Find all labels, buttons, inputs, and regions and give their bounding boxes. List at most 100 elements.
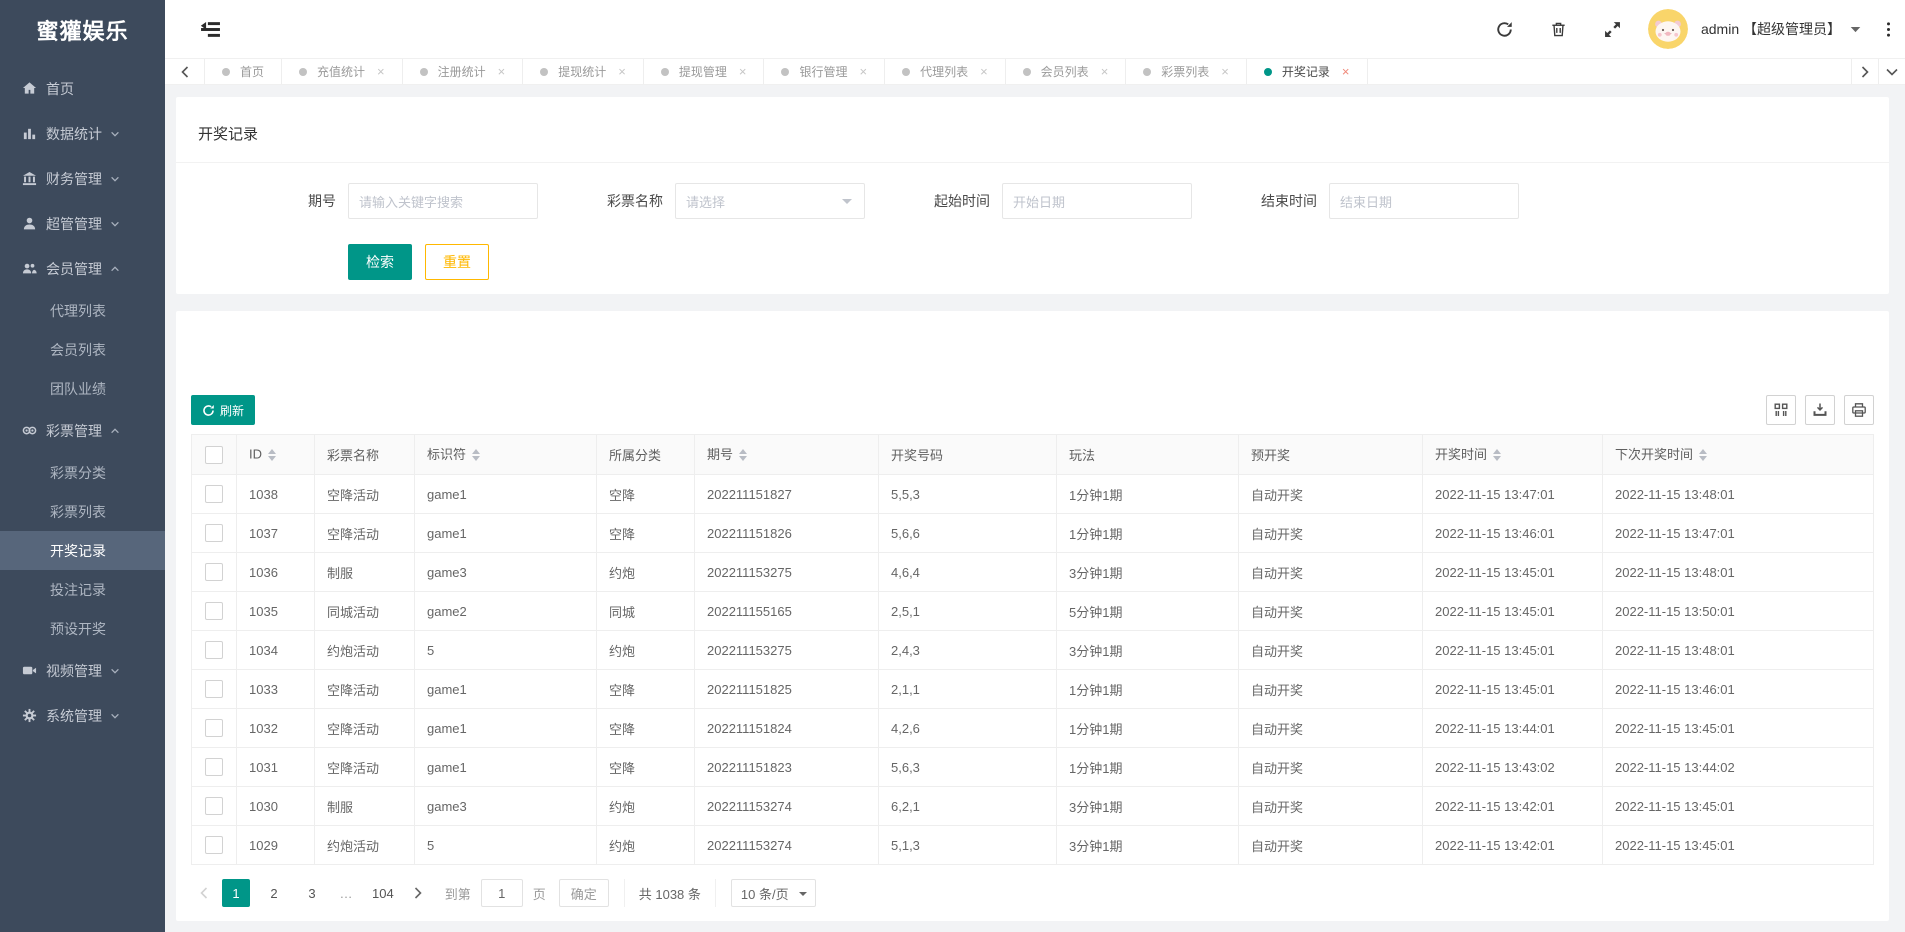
cell: 3分钟1期 <box>1057 631 1239 670</box>
sort-icon[interactable] <box>268 445 276 465</box>
tab-dot-icon <box>420 68 428 76</box>
row-checkbox[interactable] <box>205 485 223 503</box>
tab-close-icon[interactable]: × <box>618 64 626 79</box>
sort-icon[interactable] <box>472 445 480 465</box>
filter-input-期号[interactable]: 请输入关键字搜索 <box>348 183 538 219</box>
tab-close-icon[interactable]: × <box>980 64 988 79</box>
sidebar-item-彩票管理[interactable]: 彩票管理 <box>0 408 165 453</box>
tabs-scroll-left-icon[interactable] <box>165 59 205 84</box>
tabs-scroll-right-icon[interactable] <box>1851 59 1878 84</box>
row-checkbox[interactable] <box>205 758 223 776</box>
print-button[interactable] <box>1844 395 1874 425</box>
row-checkbox[interactable] <box>205 680 223 698</box>
sidebar-item-系统管理[interactable]: 系统管理 <box>0 693 165 738</box>
row-checkbox[interactable] <box>205 836 223 854</box>
tab-彩票列表[interactable]: 彩票列表 × <box>1126 59 1247 84</box>
chevron-down-icon <box>109 128 121 140</box>
tab-提现管理[interactable]: 提现管理× <box>644 59 765 84</box>
collapse-sidebar-icon[interactable] <box>200 21 221 38</box>
fullscreen-icon[interactable] <box>1604 21 1621 38</box>
topbar-actions: admin 【超级管理员】 <box>1459 9 1891 49</box>
sidebar-item-超管管理[interactable]: 超管管理 <box>0 201 165 246</box>
records-table: ID彩票名称标识符所属分类期号开奖号码玩法预开奖开奖时间下次开奖时间 1038空… <box>191 434 1874 865</box>
column-label: 开奖时间 <box>1435 447 1487 462</box>
sort-icon[interactable] <box>1493 445 1501 465</box>
sort-icon[interactable] <box>739 445 747 465</box>
sidebar-item-会员管理[interactable]: 会员管理 <box>0 246 165 291</box>
tab-会员列表[interactable]: 会员列表× <box>1006 59 1127 84</box>
cell: game2 <box>415 592 597 631</box>
next-page-icon[interactable] <box>405 887 431 899</box>
sidebar-subitem-预设开奖[interactable]: 预设开奖 <box>0 609 165 648</box>
tab-close-icon[interactable]: × <box>498 64 506 79</box>
reset-button[interactable]: 重置 <box>425 244 489 280</box>
row-checkbox[interactable] <box>205 563 223 581</box>
cell: 空降 <box>597 748 695 787</box>
select-all-cell <box>192 435 237 475</box>
columns-button[interactable] <box>1766 395 1796 425</box>
page-button-3[interactable]: 3 <box>298 879 326 907</box>
tab-label: 彩票列表 <box>1161 63 1209 80</box>
sidebar-subitem-开奖记录[interactable]: 开奖记录 <box>0 531 165 570</box>
tab-close-icon[interactable]: × <box>1342 64 1350 79</box>
tab-开奖记录[interactable]: 开奖记录× <box>1247 59 1368 84</box>
refresh-label: 刷新 <box>220 402 244 419</box>
tab-银行管理[interactable]: 银行管理× <box>764 59 885 84</box>
refresh-icon <box>202 404 215 417</box>
search-button[interactable]: 检索 <box>348 244 412 280</box>
sidebar-subitem-代理列表[interactable]: 代理列表 <box>0 291 165 330</box>
filter-select-彩票名称[interactable]: 请选择 <box>675 183 865 219</box>
select-all-checkbox[interactable] <box>205 446 223 464</box>
avatar[interactable] <box>1648 9 1688 49</box>
sidebar-item-视频管理[interactable]: 视频管理 <box>0 648 165 693</box>
cell: 1034 <box>237 631 315 670</box>
sidebar-subitem-团队业绩[interactable]: 团队业绩 <box>0 369 165 408</box>
sidebar-subitem-彩票分类[interactable]: 彩票分类 <box>0 453 165 492</box>
sidebar-subitem-彩票列表[interactable]: 彩票列表 <box>0 492 165 531</box>
filter-input-结束时间[interactable]: 结束日期 <box>1329 183 1519 219</box>
more-icon[interactable] <box>1886 21 1891 38</box>
per-page-select[interactable]: 10 条/页 <box>731 879 816 907</box>
page-button-1[interactable]: 1 <box>222 879 250 907</box>
row-checkbox[interactable] <box>205 797 223 815</box>
tab-close-icon[interactable]: × <box>1221 64 1229 79</box>
cell: 1037 <box>237 514 315 553</box>
tab-close-icon[interactable]: × <box>739 64 747 79</box>
column-header: ID <box>237 435 315 475</box>
tab-首页[interactable]: 首页 <box>205 59 282 84</box>
export-button[interactable] <box>1805 395 1835 425</box>
sidebar-subitem-投注记录[interactable]: 投注记录 <box>0 570 165 609</box>
row-checkbox[interactable] <box>205 524 223 542</box>
user-menu[interactable]: admin 【超级管理员】 <box>1701 19 1861 39</box>
tab-代理列表[interactable]: 代理列表× <box>885 59 1006 84</box>
filter-input-起始时间[interactable]: 开始日期 <box>1002 183 1192 219</box>
tabs-menu-icon[interactable] <box>1878 59 1905 84</box>
page-button-2[interactable]: 2 <box>260 879 288 907</box>
confirm-button[interactable]: 确定 <box>559 879 609 907</box>
cell: 2022-11-15 13:47:01 <box>1423 475 1603 514</box>
row-checkbox[interactable] <box>205 641 223 659</box>
sort-icon[interactable] <box>1699 445 1707 465</box>
tab-close-icon[interactable]: × <box>859 64 867 79</box>
goto-page-input[interactable] <box>481 879 523 907</box>
sidebar-item-财务管理[interactable]: 财务管理 <box>0 156 165 201</box>
row-checkbox[interactable] <box>205 602 223 620</box>
prev-page-icon[interactable] <box>191 887 217 899</box>
tab-close-icon[interactable]: × <box>377 64 385 79</box>
cell: 202211151826 <box>695 514 879 553</box>
refresh-button[interactable]: 刷新 <box>191 395 255 425</box>
tab-提现统计[interactable]: 提现统计× <box>523 59 644 84</box>
row-checkbox[interactable] <box>205 719 223 737</box>
tab-close-icon[interactable]: × <box>1101 64 1109 79</box>
sidebar-item-首页[interactable]: 首页 <box>0 66 165 111</box>
trash-icon[interactable] <box>1550 21 1567 38</box>
page-button-104[interactable]: 104 <box>366 879 400 907</box>
sidebar-item-数据统计[interactable]: 数据统计 <box>0 111 165 156</box>
chevron-down-icon <box>109 173 121 185</box>
tab-注册统计[interactable]: 注册统计× <box>403 59 524 84</box>
refresh-icon[interactable] <box>1496 21 1513 38</box>
cell: 2022-11-15 13:50:01 <box>1603 592 1874 631</box>
sidebar-subitem-会员列表[interactable]: 会员列表 <box>0 330 165 369</box>
cell: game1 <box>415 670 597 709</box>
tab-充值统计[interactable]: 充值统计× <box>282 59 403 84</box>
